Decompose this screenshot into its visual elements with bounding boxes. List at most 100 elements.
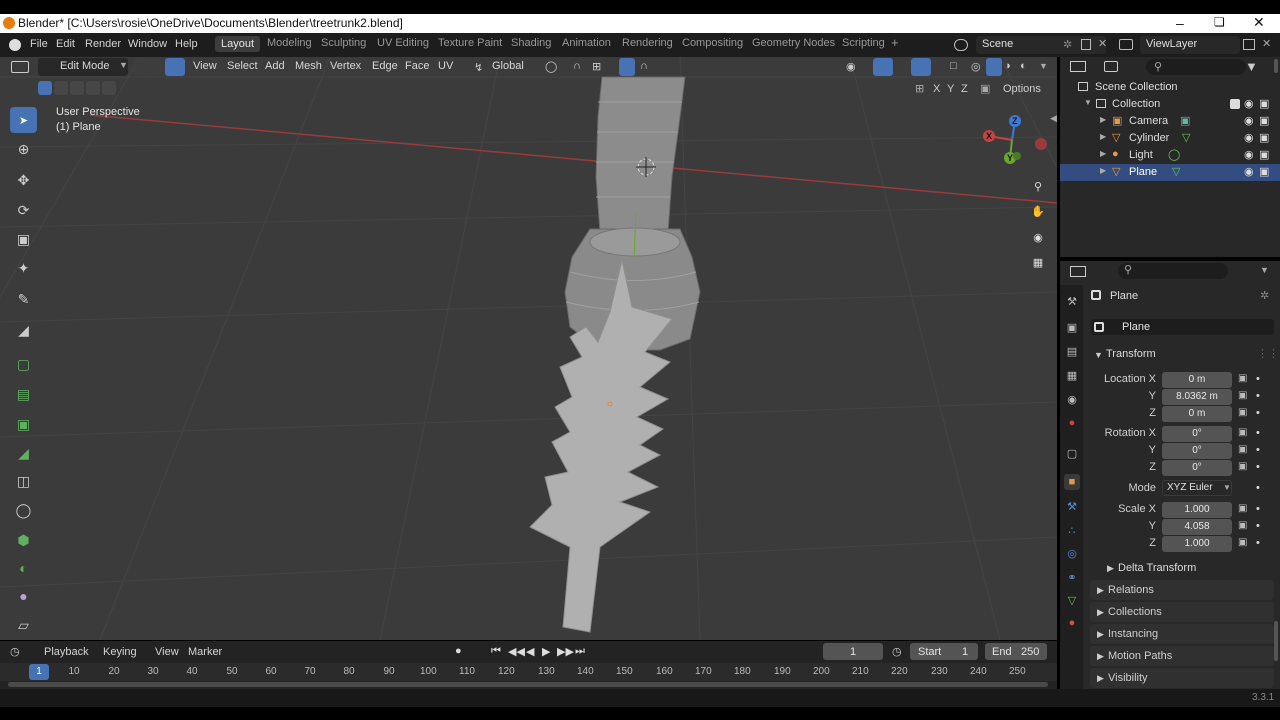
tool-tab[interactable]: ⚒ bbox=[1064, 293, 1080, 309]
material-tab[interactable]: ● bbox=[1064, 615, 1080, 631]
ortho-toggle-button[interactable]: ▦ bbox=[1027, 251, 1049, 273]
options-dropdown[interactable]: Options bbox=[1003, 83, 1041, 95]
motion-paths-panel[interactable]: Motion Paths bbox=[1090, 646, 1274, 666]
outliner-item-camera[interactable]: ▶ ▣ Camera ▣ ◉ ▣ bbox=[1060, 113, 1280, 130]
solid-shading-button[interactable] bbox=[986, 58, 1002, 76]
scene-tab[interactable]: ◉ bbox=[1064, 391, 1080, 407]
menu-view[interactable]: View bbox=[193, 60, 217, 72]
checkbox-icon[interactable] bbox=[1230, 99, 1240, 109]
smooth-tool[interactable]: ● bbox=[10, 583, 37, 609]
lock-icon[interactable]: ▣ bbox=[1238, 537, 1247, 548]
menu-uv[interactable]: UV bbox=[438, 60, 453, 72]
rotation-z-field[interactable]: 0° bbox=[1162, 460, 1232, 476]
display-mode-icon[interactable] bbox=[1104, 61, 1118, 72]
play-button[interactable]: ▶ bbox=[542, 645, 550, 658]
eye-icon[interactable]: ◉ bbox=[1244, 148, 1254, 161]
select-mode-extend-button[interactable] bbox=[54, 81, 68, 95]
output-tab[interactable]: ▤ bbox=[1064, 343, 1080, 359]
add-cube-tool[interactable]: ▢ bbox=[10, 351, 37, 377]
minimize-button[interactable]: – bbox=[1176, 15, 1184, 31]
add-workspace-button[interactable]: + bbox=[891, 35, 899, 50]
menu-file[interactable]: File bbox=[30, 38, 48, 50]
mirror-y-toggle[interactable]: Y bbox=[947, 83, 954, 95]
measure-tool[interactable]: ◢ bbox=[10, 317, 37, 343]
camera-render-icon[interactable]: ▣ bbox=[1259, 148, 1269, 161]
shading-options-icon[interactable]: ▼ bbox=[1039, 61, 1048, 71]
select-mode-invert-button[interactable] bbox=[86, 81, 100, 95]
instancing-panel[interactable]: Instancing bbox=[1090, 624, 1274, 644]
prev-keyframe-button[interactable]: ◀◀ bbox=[508, 645, 525, 658]
annotate-tool[interactable]: ✎ bbox=[10, 286, 37, 312]
lock-icon[interactable]: ▣ bbox=[1238, 373, 1247, 384]
object-tab[interactable]: ■ bbox=[1064, 474, 1080, 490]
location-y-field[interactable]: 8.0362 m bbox=[1162, 389, 1232, 405]
extrude-tool[interactable]: ▤ bbox=[10, 381, 37, 407]
pin-icon[interactable]: ✲ bbox=[1063, 38, 1072, 51]
lock-icon[interactable]: ▣ bbox=[1238, 503, 1247, 514]
menu-select[interactable]: Select bbox=[227, 60, 258, 72]
menu-keying[interactable]: Keying bbox=[103, 646, 137, 658]
transform-panel-arrow[interactable]: ▼ bbox=[1094, 350, 1103, 360]
collection-tab[interactable]: ▢ bbox=[1064, 445, 1080, 461]
properties-editor-icon[interactable] bbox=[1070, 266, 1086, 277]
tab-shading[interactable]: Shading bbox=[511, 37, 551, 49]
tab-geometry-nodes[interactable]: Geometry Nodes bbox=[752, 37, 835, 49]
object-name-field[interactable] bbox=[1091, 319, 1274, 335]
delta-transform-arrow[interactable]: ▶ bbox=[1107, 563, 1114, 574]
menu-help[interactable]: Help bbox=[175, 38, 198, 50]
physics-tab[interactable]: ◎ bbox=[1064, 545, 1080, 561]
timeline-scrollbar[interactable] bbox=[8, 682, 1048, 687]
outliner-root[interactable]: Scene Collection bbox=[1060, 79, 1280, 96]
cursor-tool[interactable]: ⊕ bbox=[10, 136, 37, 162]
gizmo-toggle-button[interactable] bbox=[873, 58, 893, 76]
menu-add[interactable]: Add bbox=[265, 60, 285, 72]
constraints-tab[interactable]: ⚭ bbox=[1064, 569, 1080, 585]
keyframe-dot-icon[interactable]: • bbox=[1256, 482, 1260, 494]
snap-target-icon[interactable]: ⊞ bbox=[592, 60, 601, 73]
properties-search-input[interactable] bbox=[1118, 263, 1228, 279]
scale-tool[interactable]: ▣ bbox=[10, 226, 37, 252]
jump-start-button[interactable]: ⏮ bbox=[491, 645, 501, 658]
mirror-x-toggle[interactable]: X bbox=[933, 83, 940, 95]
menu-face[interactable]: Face bbox=[405, 60, 429, 72]
loop-cut-tool[interactable]: ◫ bbox=[10, 468, 37, 494]
keyframe-dot-icon[interactable]: • bbox=[1256, 461, 1260, 473]
outliner-scroll-bar[interactable] bbox=[1274, 59, 1278, 73]
delete-scene-icon[interactable]: ✕ bbox=[1098, 37, 1107, 50]
play-reverse-button[interactable]: ◀ bbox=[526, 645, 534, 658]
material-shading-icon[interactable]: ◑ bbox=[1004, 60, 1011, 72]
poly-build-tool[interactable]: ⬢ bbox=[10, 527, 37, 553]
visibility-panel[interactable]: Visibility bbox=[1090, 668, 1274, 688]
tab-animation[interactable]: Animation bbox=[562, 37, 611, 49]
camera-render-icon[interactable]: ▣ bbox=[1259, 131, 1269, 144]
proportional-edit-button[interactable] bbox=[619, 58, 635, 76]
mirror-icon[interactable]: ⊞ bbox=[915, 82, 924, 95]
transform-panel-header[interactable]: Transform bbox=[1106, 348, 1156, 360]
pivot-icon[interactable]: ◯ bbox=[545, 60, 557, 73]
lock-icon[interactable]: ▣ bbox=[1238, 427, 1247, 438]
pan-button[interactable]: ✋ bbox=[1027, 200, 1049, 222]
keyframe-dot-icon[interactable]: • bbox=[1256, 407, 1260, 419]
scene-icon[interactable] bbox=[954, 39, 968, 51]
auto-merge-icon[interactable]: ▣ bbox=[980, 82, 990, 95]
eye-icon[interactable]: ◉ bbox=[1244, 97, 1254, 110]
face-select-button[interactable] bbox=[165, 58, 185, 76]
view-layer-tab[interactable]: ▦ bbox=[1064, 367, 1080, 383]
relations-panel[interactable]: Relations bbox=[1090, 580, 1274, 600]
jump-end-button[interactable]: ⏭ bbox=[575, 645, 585, 658]
modifiers-tab[interactable]: ⚒ bbox=[1064, 498, 1080, 514]
timeline-editor-icon[interactable]: ◷ bbox=[10, 645, 20, 658]
lock-icon[interactable]: ▣ bbox=[1238, 390, 1247, 401]
select-box-tool[interactable]: ➤ bbox=[10, 107, 37, 133]
sidebar-toggle-arrow[interactable]: ◀ bbox=[1050, 113, 1057, 124]
camera-view-button[interactable]: ◉ bbox=[1027, 226, 1049, 248]
keyframe-dot-icon[interactable]: • bbox=[1256, 520, 1260, 532]
menu-edit[interactable]: Edit bbox=[56, 38, 75, 50]
snap-icon[interactable]: ∩ bbox=[573, 60, 581, 72]
inset-tool[interactable]: ▣ bbox=[10, 411, 37, 437]
scale-x-field[interactable]: 1.000 bbox=[1162, 502, 1232, 518]
overlay-toggle-button[interactable] bbox=[911, 58, 931, 76]
record-button[interactable]: ● bbox=[455, 645, 462, 657]
visibility-icon[interactable]: ◉ bbox=[846, 60, 856, 73]
tab-scripting[interactable]: Scripting bbox=[842, 37, 885, 49]
